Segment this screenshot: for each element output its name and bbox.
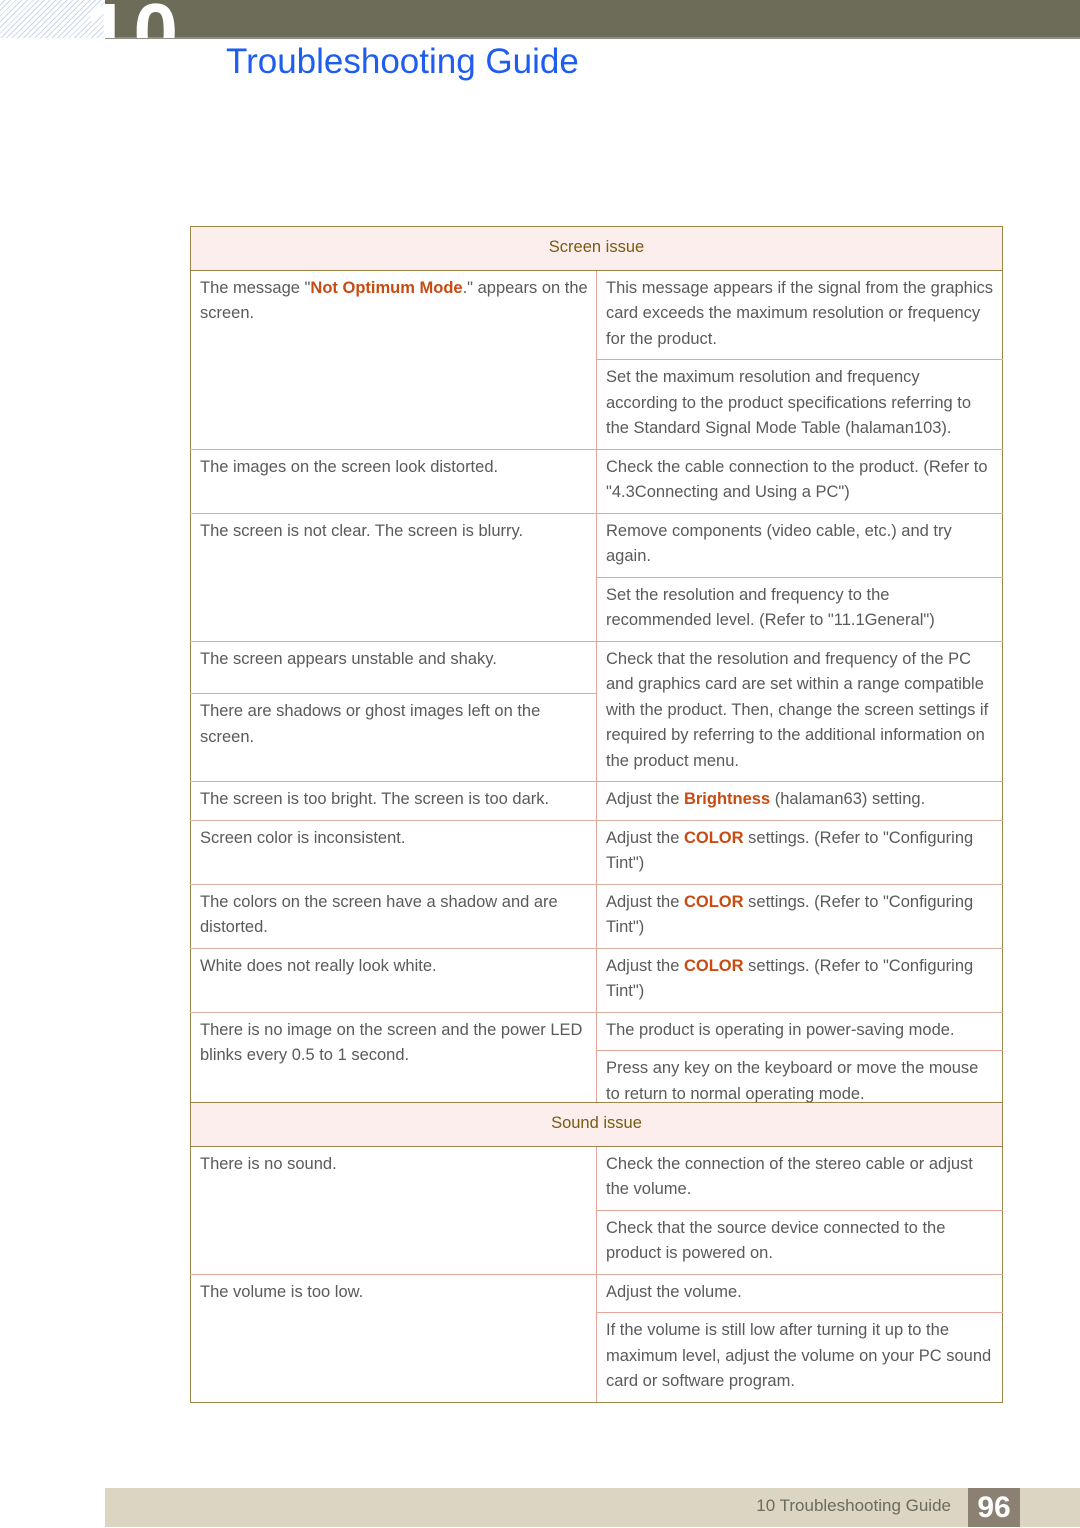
solution-cell: Set the resolution and frequency to the … bbox=[596, 576, 1003, 642]
issue-cell: The message "Not Optimum Mode." appears … bbox=[190, 269, 597, 450]
issue-cell: There are shadows or ghost images left o… bbox=[190, 693, 597, 782]
highlight-term: Brightness bbox=[683, 790, 771, 808]
page-title: Troubleshooting Guide bbox=[226, 42, 579, 81]
solution-cell: Adjust the COLOR settings. (Refer to "Co… bbox=[596, 947, 1003, 1013]
table-row: The screen is too bright. The screen is … bbox=[190, 781, 1003, 821]
table-row: The volume is too low. Adjust the volume… bbox=[190, 1273, 1003, 1403]
table-row: Screen color is inconsistent. Adjust the… bbox=[190, 819, 1003, 885]
table-row: The message "Not Optimum Mode." appears … bbox=[190, 269, 1003, 450]
issue-cell: The colors on the screen have a shadow a… bbox=[190, 883, 597, 949]
chapter-number: 10 bbox=[85, 0, 182, 38]
solution-cell: Adjust the Brightness (halaman63) settin… bbox=[596, 781, 1003, 821]
solution-cell: Check the cable connection to the produc… bbox=[596, 448, 1003, 514]
solution-cell: Adjust the volume. bbox=[596, 1273, 1003, 1313]
solution-cell: If the volume is still low after turning… bbox=[596, 1312, 1003, 1403]
highlight-term: COLOR bbox=[683, 956, 744, 975]
page-number: 96 bbox=[968, 1488, 1020, 1527]
solution-cell: Check the connection of the stereo cable… bbox=[596, 1145, 1003, 1211]
issue-cell: The screen is too bright. The screen is … bbox=[190, 781, 597, 821]
issue-cell: The images on the screen look distorted. bbox=[190, 448, 597, 514]
footer-section-label: 10 Troubleshooting Guide bbox=[756, 1496, 951, 1515]
issue-cell: The volume is too low. bbox=[190, 1273, 597, 1403]
solution-cell: Adjust the COLOR settings. (Refer to "Co… bbox=[596, 819, 1003, 885]
table-row: The screen appears unstable and shaky. C… bbox=[190, 640, 1003, 782]
table-header: Screen issue bbox=[190, 226, 1003, 271]
solution-cell: This message appears if the signal from … bbox=[596, 269, 1003, 360]
highlight-term: COLOR bbox=[683, 892, 744, 911]
screen-issue-table: Screen issue The message "Not Optimum Mo… bbox=[190, 226, 1003, 1115]
table-row: There is no image on the screen and the … bbox=[190, 1011, 1003, 1115]
solution-cell: The product is operating in power-saving… bbox=[596, 1011, 1003, 1051]
table-header: Sound issue bbox=[190, 1102, 1003, 1147]
solution-cell: Check that the source device connected t… bbox=[596, 1209, 1003, 1275]
highlight-term: COLOR bbox=[683, 828, 744, 847]
highlight-term: Not Optimum Mode bbox=[310, 278, 463, 297]
table-row: There is no sound. Check the connection … bbox=[190, 1145, 1003, 1275]
issue-cell: The screen is not clear. The screen is b… bbox=[190, 512, 597, 642]
solution-cell: Set the maximum resolution and frequency… bbox=[596, 359, 1003, 450]
issue-cell: The screen appears unstable and shaky. bbox=[190, 640, 597, 695]
issue-cell: Screen color is inconsistent. bbox=[190, 819, 597, 885]
table-row: The images on the screen look distorted.… bbox=[190, 448, 1003, 514]
solution-cell: Adjust the COLOR settings. (Refer to "Co… bbox=[596, 883, 1003, 949]
solution-cell: Check that the resolution and frequency … bbox=[596, 640, 1003, 782]
issue-cell: White does not really look white. bbox=[190, 947, 597, 1013]
issue-cell: There is no image on the screen and the … bbox=[190, 1011, 597, 1115]
table-row: White does not really look white. Adjust… bbox=[190, 947, 1003, 1013]
chapter-header-bar bbox=[105, 0, 1080, 39]
table-row: The screen is not clear. The screen is b… bbox=[190, 512, 1003, 642]
issue-cell: There is no sound. bbox=[190, 1145, 597, 1275]
solution-cell: Remove components (video cable, etc.) an… bbox=[596, 512, 1003, 578]
table-row: The colors on the screen have a shadow a… bbox=[190, 883, 1003, 949]
sound-issue-table: Sound issue There is no sound. Check the… bbox=[190, 1102, 1003, 1403]
